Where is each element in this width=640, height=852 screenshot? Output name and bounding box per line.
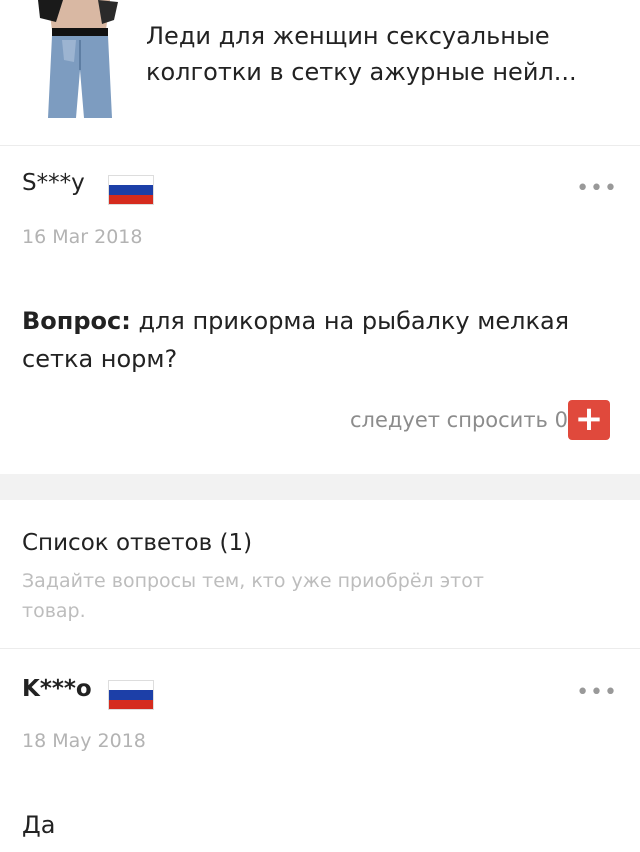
helpful-label: следует спросить	[350, 408, 548, 432]
plus-button[interactable]: +	[568, 400, 610, 440]
question-date: 16 Mar 2018	[22, 226, 143, 248]
product-header[interactable]: Леди для женщин сексуальные колготки в с…	[0, 0, 640, 146]
more-options-icon[interactable]: •••	[576, 176, 618, 201]
answers-hint: Задайте вопросы тем, кто уже приобрёл эт…	[22, 570, 484, 622]
answer-text: Да	[22, 811, 56, 839]
section-separator	[0, 474, 640, 500]
product-title[interactable]: Леди для женщин сексуальные колготки в с…	[146, 18, 616, 90]
more-options-icon[interactable]: •••	[576, 680, 618, 705]
question-body: Вопрос: для прикорма на рыбалку мелкая с…	[22, 302, 582, 378]
answers-title: Список ответов (1)	[22, 530, 253, 556]
divider	[0, 648, 640, 649]
russia-flag-icon	[108, 175, 154, 205]
answer-date: 18 May 2018	[22, 730, 146, 752]
question-author: S***y	[22, 170, 85, 196]
product-thumbnail[interactable]	[18, 0, 128, 118]
helpful-text: следует спросить 0	[350, 408, 568, 432]
question-label: Вопрос:	[22, 307, 131, 335]
helpful-count: 0	[554, 408, 568, 432]
russia-flag-icon	[108, 680, 154, 710]
answer-author: K***o	[22, 676, 92, 702]
